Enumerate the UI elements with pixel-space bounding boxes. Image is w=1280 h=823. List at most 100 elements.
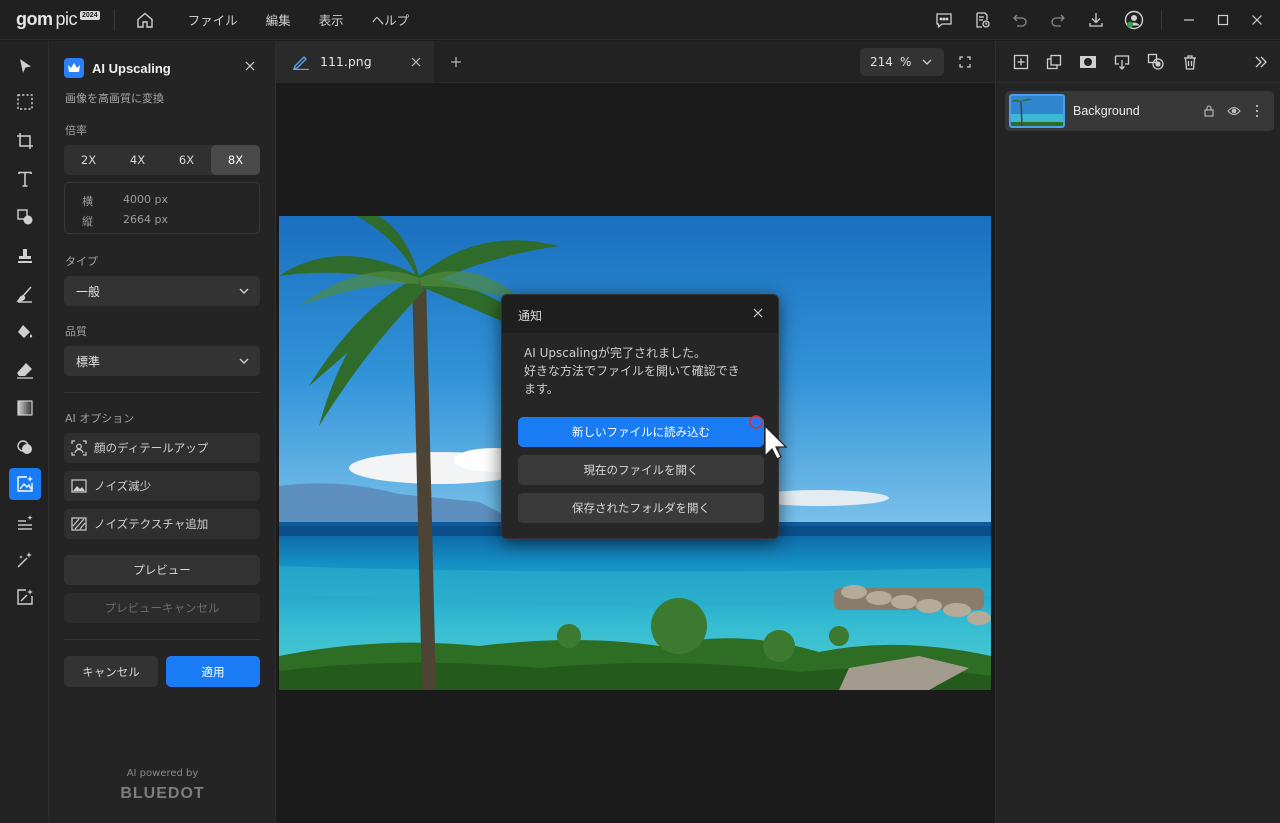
merge-down-icon bbox=[1114, 55, 1130, 70]
option-noise-texture[interactable]: ノイズテクスチャ追加 bbox=[64, 509, 260, 539]
close-icon bbox=[245, 61, 255, 71]
mouse-cursor-icon bbox=[749, 415, 788, 460]
panel-close-button[interactable] bbox=[243, 59, 257, 73]
ai-export-icon bbox=[17, 589, 33, 605]
brush-icon bbox=[16, 286, 32, 303]
apply-button[interactable]: 適用 bbox=[166, 656, 260, 687]
pointer-icon bbox=[20, 59, 31, 73]
type-select[interactable]: 一般 bbox=[64, 276, 260, 306]
quality-label: 品質 bbox=[65, 325, 87, 338]
delete-layer-button[interactable] bbox=[1180, 52, 1200, 72]
scale-8x-button[interactable]: 8X bbox=[211, 145, 260, 175]
layer-mask-button[interactable] bbox=[1078, 52, 1098, 72]
history-button[interactable] bbox=[963, 0, 1001, 40]
gradient-icon bbox=[17, 400, 33, 416]
preview-cancel-button[interactable]: プレビューキャンセル bbox=[64, 593, 260, 623]
add-layer-icon bbox=[1013, 54, 1029, 70]
home-button[interactable] bbox=[131, 6, 159, 34]
document-tab[interactable]: 111.png bbox=[276, 41, 434, 83]
menu-help[interactable]: ヘルプ bbox=[361, 10, 421, 29]
notification-dialog: 通知 AI Upscalingが完了されました。 好きな方法でファイルを開いて確… bbox=[501, 294, 779, 539]
magic-wand-icon bbox=[17, 552, 32, 568]
panel-divider bbox=[64, 639, 260, 640]
load-new-file-button[interactable]: 新しいファイルに読み込む bbox=[518, 417, 764, 447]
zoom-select[interactable]: 214 % bbox=[860, 48, 944, 76]
menu-edit[interactable]: 編集 bbox=[255, 10, 302, 29]
tool-brush[interactable] bbox=[9, 278, 41, 310]
quality-value: 標準 bbox=[76, 354, 101, 369]
layer-thumbnail bbox=[1009, 94, 1065, 128]
menu-file[interactable]: ファイル bbox=[177, 10, 249, 29]
tool-shape[interactable] bbox=[9, 201, 41, 233]
download-button[interactable] bbox=[1077, 0, 1115, 40]
open-current-file-button[interactable]: 現在のファイルを開く bbox=[518, 455, 764, 485]
maximize-icon bbox=[1217, 14, 1229, 26]
bluedot-logo: BLUEDOT bbox=[120, 785, 205, 802]
close-window-button[interactable] bbox=[1240, 0, 1274, 40]
add-tab-icon[interactable] bbox=[450, 56, 462, 68]
undo-button[interactable] bbox=[1001, 0, 1039, 40]
scale-label: 倍率 bbox=[65, 124, 87, 137]
collapse-panel-button[interactable] bbox=[1251, 52, 1271, 72]
tool-bar bbox=[0, 41, 49, 823]
pencil-ruler-icon bbox=[292, 56, 309, 70]
tool-crop[interactable] bbox=[9, 125, 41, 157]
maximize-button[interactable] bbox=[1206, 0, 1240, 40]
tool-filter[interactable] bbox=[9, 431, 41, 463]
ai-options-label: AI オプション bbox=[65, 412, 135, 425]
tool-ai-upscaling[interactable] bbox=[9, 468, 41, 500]
lock-icon[interactable] bbox=[1204, 105, 1214, 117]
app-logo: gom pic 2024 bbox=[16, 9, 100, 30]
tool-ai-text[interactable] bbox=[9, 507, 41, 539]
tool-fill[interactable] bbox=[9, 316, 41, 348]
option-noise-reduction[interactable]: ノイズ減少 bbox=[64, 471, 260, 501]
scale-6x-button[interactable]: 6X bbox=[162, 145, 211, 175]
title-separator bbox=[113, 8, 115, 31]
undo-icon bbox=[1013, 14, 1027, 27]
merge-down-button[interactable] bbox=[1112, 52, 1132, 72]
more-vertical-icon[interactable] bbox=[1255, 104, 1259, 118]
chevron-down-icon bbox=[239, 288, 249, 294]
quality-select[interactable]: 標準 bbox=[64, 346, 260, 376]
account-button[interactable] bbox=[1115, 0, 1153, 40]
open-saved-folder-button[interactable]: 保存されたフォルダを開く bbox=[518, 493, 764, 523]
duplicate-layer-button[interactable] bbox=[1044, 52, 1064, 72]
title-actions bbox=[925, 0, 1280, 40]
tool-gradient[interactable] bbox=[9, 392, 41, 424]
duplicate-icon bbox=[1046, 54, 1062, 70]
logo-sub-text: pic bbox=[55, 9, 78, 29]
layer-item-background[interactable]: Background bbox=[1005, 91, 1274, 131]
tool-text[interactable] bbox=[9, 163, 41, 195]
scale-4x-button[interactable]: 4X bbox=[113, 145, 162, 175]
option-label: ノイズテクスチャ追加 bbox=[94, 517, 209, 531]
tool-stamp[interactable] bbox=[9, 240, 41, 272]
close-icon[interactable] bbox=[411, 57, 421, 67]
preview-button[interactable]: プレビュー bbox=[64, 555, 260, 585]
width-label: 横 bbox=[82, 195, 93, 208]
feedback-button[interactable] bbox=[925, 0, 963, 40]
minimize-button[interactable] bbox=[1172, 0, 1206, 40]
tool-select[interactable] bbox=[9, 50, 41, 82]
add-layer-button[interactable] bbox=[1011, 52, 1031, 72]
tool-marquee[interactable] bbox=[9, 86, 41, 118]
layers-panel: Background bbox=[995, 41, 1280, 823]
redo-button[interactable] bbox=[1039, 0, 1077, 40]
option-face-detail[interactable]: 顔のディテールアップ bbox=[64, 433, 260, 463]
eye-icon[interactable] bbox=[1227, 105, 1241, 117]
menu-view[interactable]: 表示 bbox=[308, 10, 355, 29]
crown-icon bbox=[64, 58, 84, 78]
tool-eraser[interactable] bbox=[9, 354, 41, 386]
tool-ai-generate[interactable] bbox=[9, 581, 41, 613]
width-value: 4000 px bbox=[123, 193, 168, 206]
fit-screen-icon[interactable] bbox=[959, 56, 971, 68]
height-value: 2664 px bbox=[123, 213, 168, 226]
layer-style-button[interactable] bbox=[1146, 52, 1166, 72]
close-icon[interactable] bbox=[752, 307, 764, 319]
cancel-button[interactable]: キャンセル bbox=[64, 656, 158, 687]
ai-image-icon bbox=[17, 476, 33, 492]
ai-list-icon bbox=[18, 515, 33, 530]
logo-badge: 2024 bbox=[80, 10, 100, 20]
document-history-icon bbox=[976, 12, 990, 28]
scale-2x-button[interactable]: 2X bbox=[64, 145, 113, 175]
tool-ai-eraser[interactable] bbox=[9, 544, 41, 576]
